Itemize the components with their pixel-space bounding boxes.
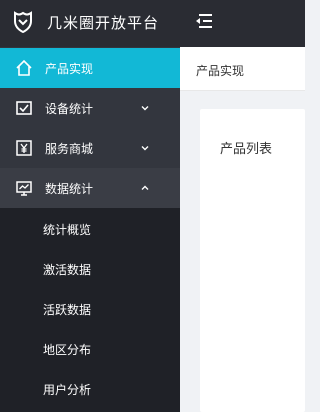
- sidebar-item-device-stats[interactable]: 设备统计: [0, 88, 180, 128]
- card-title: 产品列表: [220, 142, 273, 157]
- menu-fold-icon[interactable]: [194, 11, 214, 31]
- yen-icon: [16, 140, 32, 156]
- breadcrumb-bar: 产品实现: [180, 47, 305, 91]
- submenu-data-stats: 统计概览 激活数据 活跃数据 地区分布 用户分析: [0, 208, 180, 412]
- sidebar-item-data-stats[interactable]: 数据统计: [0, 168, 180, 208]
- chevron-up-icon: [141, 185, 149, 190]
- main-content: 产品实现 产品列表: [180, 47, 305, 412]
- submenu-item-user-analysis[interactable]: 用户分析: [0, 368, 180, 408]
- sidebar-item-label: 服务商城: [45, 142, 94, 156]
- submenu-item-label: 激活数据: [43, 263, 92, 277]
- submenu-item-region[interactable]: 地区分布: [0, 328, 180, 368]
- sidebar: 产品实现 设备统计 服务商城 数据统计 统计概览 激活数据 活跃数据 地区分布 …: [0, 47, 180, 412]
- product-list-card: 产品列表: [200, 109, 305, 412]
- submenu-item-overview[interactable]: 统计概览: [0, 208, 180, 248]
- submenu-item-label: 活跃数据: [43, 303, 92, 317]
- breadcrumb: 产品实现: [196, 64, 245, 78]
- logo-area: 几米圈开放平台: [0, 0, 180, 47]
- checkbox-icon: [16, 101, 32, 115]
- tag-shield-icon: [14, 11, 32, 33]
- chevron-down-icon: [141, 146, 149, 151]
- submenu-item-active[interactable]: 活跃数据: [0, 288, 180, 328]
- submenu-item-label: 用户分析: [43, 383, 92, 397]
- submenu-item-label: 统计概览: [43, 223, 92, 237]
- sidebar-item-service-mall[interactable]: 服务商城: [0, 128, 180, 168]
- chevron-down-icon: [141, 106, 149, 111]
- home-icon: [16, 59, 32, 76]
- sidebar-item-label: 数据统计: [45, 182, 94, 196]
- submenu-item-activation[interactable]: 激活数据: [0, 248, 180, 288]
- chart-icon: [16, 181, 32, 196]
- sidebar-item-label: 产品实现: [45, 62, 94, 76]
- submenu-item-label: 地区分布: [43, 343, 92, 357]
- sidebar-item-label: 设备统计: [45, 102, 94, 116]
- app-title: 几米圈开放平台: [47, 14, 160, 32]
- top-header: 几米圈开放平台: [0, 0, 305, 47]
- sidebar-item-product-impl[interactable]: 产品实现: [0, 48, 180, 88]
